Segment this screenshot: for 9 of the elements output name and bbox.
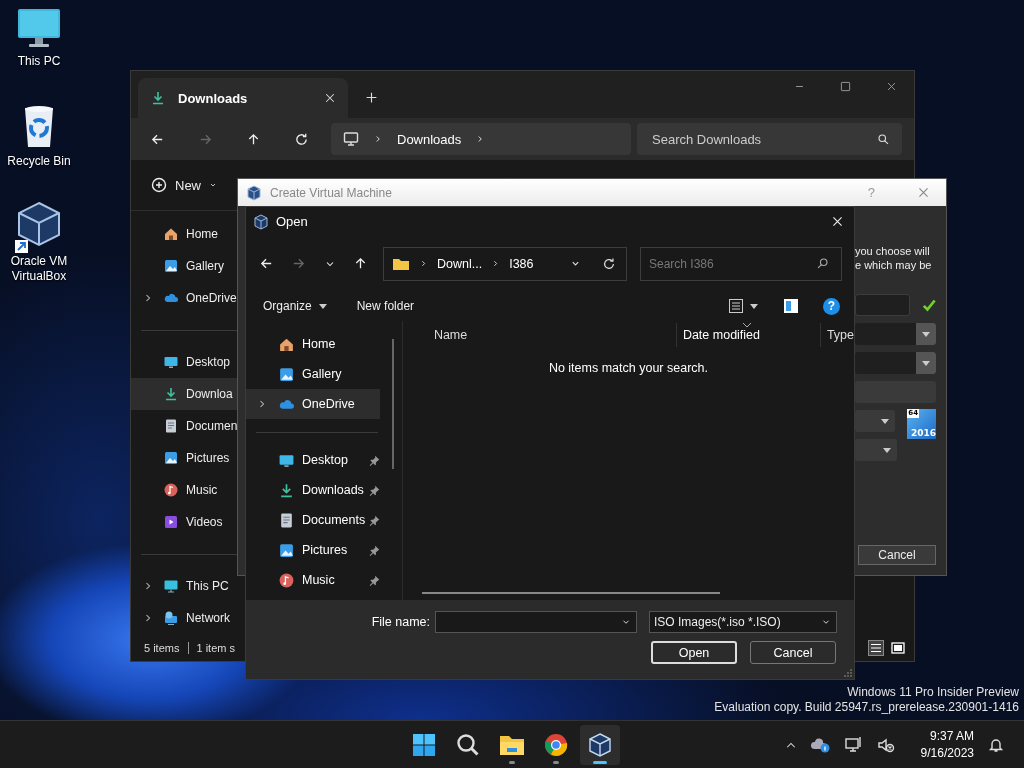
- description-text: you choose will e which may be: [855, 244, 933, 272]
- window-title: Create Virtual Machine: [270, 185, 392, 200]
- selection-count: 1 item s: [196, 641, 235, 654]
- empty-message: No items match your search.: [547, 361, 709, 375]
- build-info-text: Evaluation copy. Build 25947.rs_prerelease.230901-1416: [714, 700, 1019, 715]
- build-info-text: Windows 11 Pro Insider Preview: [846, 685, 1019, 700]
- window-title: Open: [276, 214, 308, 229]
- file-name-label: File name:: [371, 615, 430, 629]
- item-count: 5 items: [144, 641, 180, 654]
